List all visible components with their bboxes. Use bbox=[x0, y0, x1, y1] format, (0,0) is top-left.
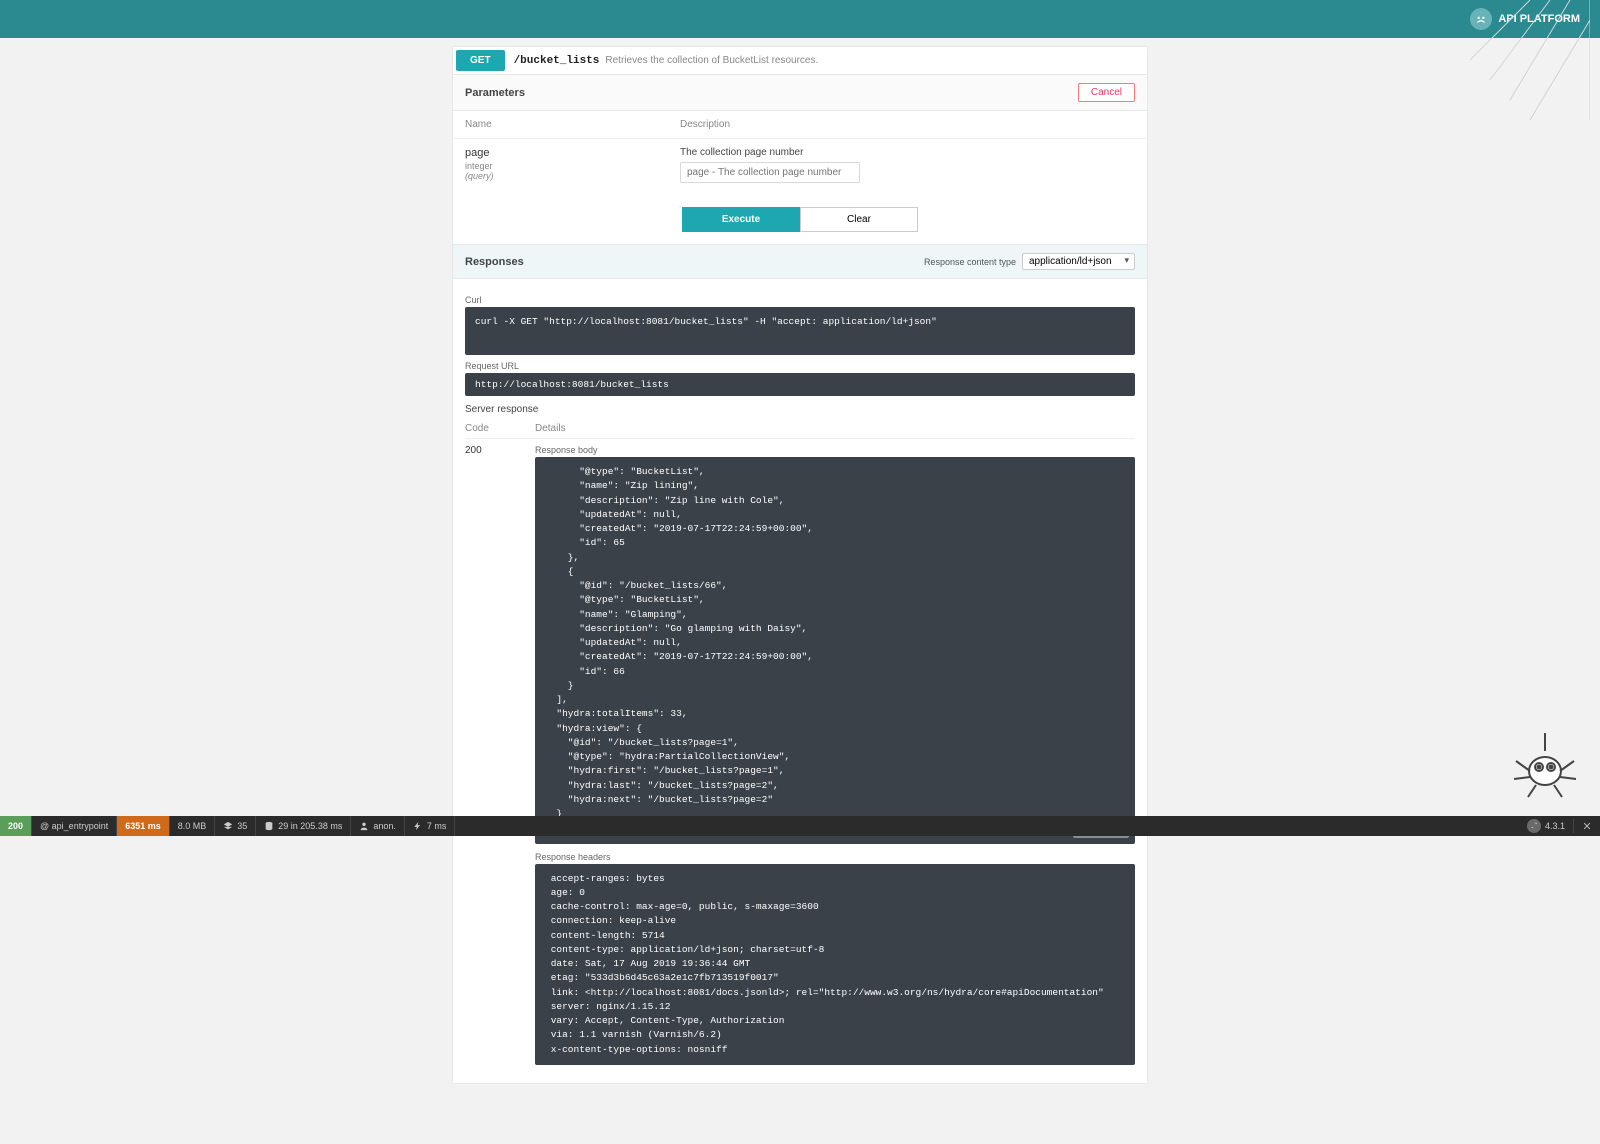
operation-block: GET /bucket_lists Retrieves the collecti… bbox=[452, 46, 1148, 1084]
debug-extra[interactable]: 7 ms bbox=[405, 816, 456, 836]
debug-status[interactable]: 200 bbox=[0, 816, 32, 836]
param-header-desc: Description bbox=[668, 111, 1147, 139]
execute-row: Execute Clear bbox=[453, 191, 1147, 244]
resp-header-code: Code bbox=[465, 419, 535, 439]
response-body-block[interactable]: "@type": "BucketList", "name": "Zip lini… bbox=[535, 457, 1135, 844]
content-type-select[interactable]: application/ld+json bbox=[1022, 253, 1135, 270]
debug-toolbar[interactable]: 200 @ api_entrypoint 6351 ms 8.0 MB 35 2… bbox=[0, 816, 1600, 836]
brand[interactable]: API PLATFORM bbox=[1470, 8, 1580, 30]
debug-memory[interactable]: 8.0 MB bbox=[170, 816, 216, 836]
parameters-header: Parameters Cancel bbox=[453, 75, 1147, 111]
clear-button[interactable]: Clear bbox=[800, 207, 918, 232]
mascot-icon bbox=[1510, 733, 1580, 806]
curl-label: Curl bbox=[465, 295, 1135, 305]
response-inner: Curl curl -X GET "http://localhost:8081/… bbox=[453, 279, 1147, 1083]
content-type-label: Response content type bbox=[924, 257, 1016, 267]
response-headers-label: Response headers bbox=[535, 852, 1135, 862]
param-desc: The collection page number bbox=[680, 147, 1135, 158]
request-url-label: Request URL bbox=[465, 361, 1135, 371]
close-icon bbox=[1582, 821, 1592, 831]
symfony-icon bbox=[1527, 819, 1541, 833]
topbar: API PLATFORM bbox=[0, 0, 1600, 38]
param-header-name: Name bbox=[453, 111, 668, 139]
param-name: page bbox=[465, 147, 489, 159]
database-icon bbox=[264, 821, 274, 831]
param-in: (query) bbox=[465, 171, 656, 181]
debug-route[interactable]: @ api_entrypoint bbox=[32, 816, 117, 836]
layers-icon bbox=[223, 821, 233, 831]
debug-time[interactable]: 6351 ms bbox=[117, 816, 170, 836]
response-headers-block[interactable]: accept-ranges: bytes age: 0 cache-contro… bbox=[535, 864, 1135, 1065]
request-url-block[interactable]: http://localhost:8081/bucket_lists bbox=[465, 373, 1135, 396]
debug-db-time[interactable]: 29 in 205.38 ms bbox=[256, 816, 351, 836]
bolt-icon bbox=[413, 821, 423, 831]
debug-db-count[interactable]: 35 bbox=[215, 816, 256, 836]
user-icon bbox=[359, 821, 369, 831]
brand-name: API PLATFORM bbox=[1498, 13, 1580, 25]
operation-path: /bucket_lists bbox=[514, 55, 600, 67]
responses-title: Responses bbox=[465, 256, 524, 268]
curl-block[interactable]: curl -X GET "http://localhost:8081/bucke… bbox=[465, 307, 1135, 355]
operation-summary[interactable]: GET /bucket_lists Retrieves the collecti… bbox=[453, 47, 1147, 75]
response-body-label: Response body bbox=[535, 445, 1135, 455]
param-input[interactable] bbox=[680, 162, 860, 183]
response-code: 200 bbox=[465, 439, 535, 1071]
response-table: Code Details 200 Response body "@type": … bbox=[465, 419, 1135, 1071]
table-row: 200 Response body "@type": "BucketList",… bbox=[465, 439, 1135, 1071]
parameters-title: Parameters bbox=[465, 87, 525, 99]
parameters-table: Name Description page integer (query) Th… bbox=[453, 111, 1147, 191]
debug-version[interactable]: 4.3.1 bbox=[1519, 819, 1574, 833]
param-type: integer bbox=[465, 161, 656, 171]
operation-desc: Retrieves the collection of BucketList r… bbox=[605, 55, 818, 66]
debug-close[interactable] bbox=[1574, 821, 1600, 831]
cancel-button[interactable]: Cancel bbox=[1078, 83, 1135, 102]
brand-logo-icon bbox=[1470, 8, 1492, 30]
server-response-label: Server response bbox=[465, 404, 1135, 415]
execute-button[interactable]: Execute bbox=[682, 207, 800, 232]
method-badge: GET bbox=[456, 50, 505, 71]
debug-user[interactable]: anon. bbox=[351, 816, 405, 836]
resp-header-details: Details bbox=[535, 419, 1135, 439]
table-row: page integer (query) The collection page… bbox=[453, 139, 1147, 192]
responses-header: Responses Response content type applicat… bbox=[453, 244, 1147, 279]
